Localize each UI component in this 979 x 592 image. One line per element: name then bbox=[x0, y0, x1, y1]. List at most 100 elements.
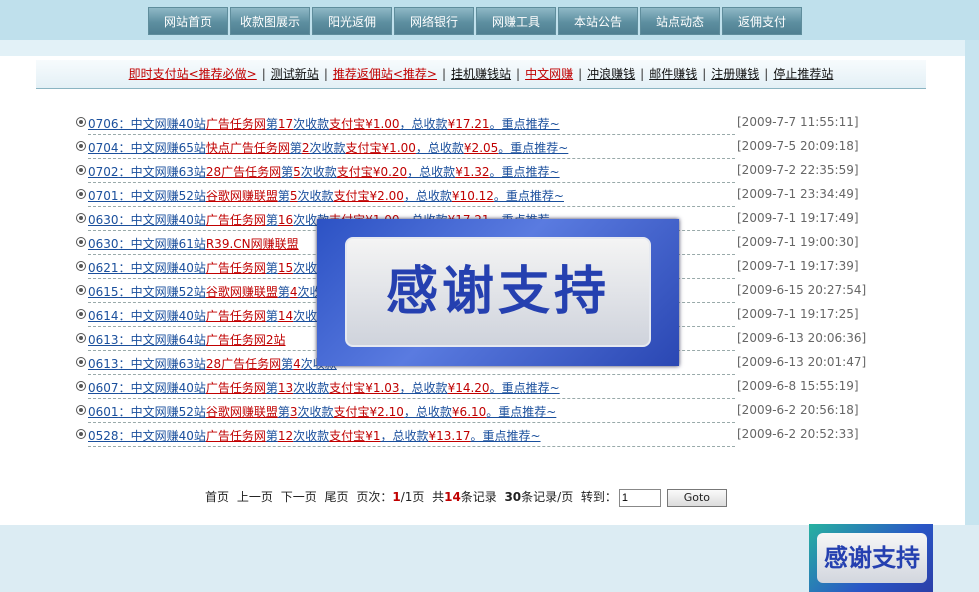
record-title-link[interactable]: 0701：中文网赚52站谷歌网赚联盟第5次收款支付宝¥2.00，总收款¥10.1… bbox=[88, 187, 735, 207]
label-times: 次收款 bbox=[297, 189, 334, 203]
bullet-icon bbox=[76, 189, 86, 199]
pay-brand: 支付宝 bbox=[333, 405, 370, 419]
list-item: 0607：中文网赚40站广告任务网第13次收款支付宝¥1.03，总收款¥14.2… bbox=[75, 378, 875, 402]
record-total: ¥6.10 bbox=[451, 405, 487, 419]
record-date: [2009-7-5 20:09:18] bbox=[737, 139, 859, 153]
subnav-separator: | bbox=[702, 67, 707, 81]
record-title-link[interactable]: 0706：中文网赚40站广告任务网第17次收款支付宝¥1.00，总收款¥17.2… bbox=[88, 115, 735, 135]
first-page-link[interactable]: 首页 bbox=[205, 490, 229, 504]
subnav-separator: | bbox=[640, 67, 645, 81]
nav-tab[interactable]: 网络银行 bbox=[394, 7, 474, 35]
record-network: 广告任务网 bbox=[205, 381, 266, 395]
pagination-bar: 首页 上一页 下一页 尾页 页次：1/1页 共14条记录 30条记录/页 转到：… bbox=[205, 486, 727, 508]
code-separator: ： bbox=[118, 237, 131, 251]
last-page-link[interactable]: 尾页 bbox=[325, 490, 349, 504]
thanks-floating-badge: 感谢支持 bbox=[809, 524, 933, 592]
nav-tab[interactable]: 收款图展示 bbox=[230, 7, 310, 35]
record-code: 0630 bbox=[88, 237, 119, 251]
subnav-link[interactable]: 邮件赚钱 bbox=[649, 67, 697, 81]
bullet-icon bbox=[76, 213, 86, 223]
record-date: [2009-6-2 20:52:33] bbox=[737, 427, 859, 441]
record-title-link[interactable]: 0607：中文网赚40站广告任务网第13次收款支付宝¥1.03，总收款¥14.2… bbox=[88, 379, 735, 399]
record-payment: ¥2.00 bbox=[369, 189, 404, 203]
record-count: 12 bbox=[277, 429, 294, 443]
main-nav: 网站首页 收款图展示 阳光返佣 网络银行 网赚工具 本站公告 站点动态 返佣支付 bbox=[148, 7, 804, 37]
label-times: 次收款 bbox=[293, 117, 330, 131]
record-payment: ¥2.10 bbox=[369, 405, 404, 419]
record-count: 14 bbox=[277, 309, 294, 323]
thanks-badge-label[interactable]: 感谢支持 bbox=[817, 533, 927, 583]
next-page-link[interactable]: 下一页 bbox=[281, 490, 317, 504]
pay-brand: 支付宝 bbox=[336, 165, 373, 179]
label-total: ，总收款 bbox=[399, 117, 448, 131]
pay-brand: 支付宝 bbox=[345, 141, 382, 155]
code-separator: ： bbox=[118, 405, 131, 419]
nav-tab[interactable]: 网站首页 bbox=[148, 7, 228, 35]
label-di: 第 bbox=[277, 405, 290, 419]
subnav-link[interactable]: 即时支付站<推荐必做> bbox=[129, 67, 257, 81]
subnav-link[interactable]: 测试新站 bbox=[271, 67, 319, 81]
record-code: 0706 bbox=[88, 117, 119, 131]
subnav-link[interactable]: 冲浪赚钱 bbox=[587, 67, 635, 81]
record-date: [2009-6-13 20:01:47] bbox=[737, 355, 867, 369]
prev-page-link[interactable]: 上一页 bbox=[237, 490, 273, 504]
bullet-icon bbox=[76, 117, 86, 127]
record-count: 17 bbox=[277, 117, 294, 131]
record-title-link[interactable]: 0704：中文网赚65站快点广告任务网第2次收款支付宝¥1.00，总收款¥2.0… bbox=[88, 139, 735, 159]
label-total: ，总收款 bbox=[403, 405, 452, 419]
label-suffix: 。重点推荐~ bbox=[493, 189, 564, 203]
pay-brand: 支付宝 bbox=[329, 381, 366, 395]
nav-tab[interactable]: 阳光返佣 bbox=[312, 7, 392, 35]
record-total: ¥1.32 bbox=[455, 165, 490, 179]
record-payment: ¥1.03 bbox=[365, 381, 400, 395]
subnav-link[interactable]: 注册赚钱 bbox=[711, 67, 759, 81]
subnav-separator: | bbox=[261, 67, 266, 81]
category-subnav: 即时支付站<推荐必做> | 测试新站 | 推荐返佣站<推荐> | 挂机赚钱站 | 中文网赚 | 冲浪… bbox=[36, 60, 926, 89]
record-payment: ¥0.20 bbox=[372, 165, 408, 179]
bullet-icon bbox=[76, 357, 86, 367]
code-separator: ： bbox=[118, 189, 131, 203]
pay-brand: 支付宝 bbox=[333, 189, 370, 203]
record-site: 中文网赚65站 bbox=[130, 141, 206, 155]
record-site: 中文网赚64站 bbox=[130, 333, 206, 347]
list-item: 0701：中文网赚52站谷歌网赚联盟第5次收款支付宝¥2.00，总收款¥10.1… bbox=[75, 186, 875, 210]
subnav-link[interactable]: 中文网赚 bbox=[525, 67, 573, 81]
record-title-link[interactable]: 0528：中文网赚40站广告任务网第12次收款支付宝¥1，总收款¥13.17。重… bbox=[88, 427, 735, 447]
record-network: 广告任务网 bbox=[205, 309, 266, 323]
label-suffix: 。重点推荐~ bbox=[470, 429, 541, 443]
nav-tab[interactable]: 站点动态 bbox=[640, 7, 720, 35]
total-count: 14 bbox=[444, 490, 461, 504]
record-total: ¥14.20 bbox=[447, 381, 490, 395]
record-network: 谷歌网赚联盟 bbox=[205, 189, 278, 203]
record-total: ¥2.05 bbox=[463, 141, 499, 155]
record-date: [2009-7-1 19:00:30] bbox=[737, 235, 859, 249]
record-network: 广告任务网 bbox=[205, 117, 266, 131]
record-network: 广告任务网2站 bbox=[205, 333, 286, 347]
pay-brand: 支付宝 bbox=[329, 429, 366, 443]
label-di: 第 bbox=[277, 285, 290, 299]
record-total: ¥17.21 bbox=[447, 117, 490, 131]
subnav-link[interactable]: 推荐返佣站<推荐> bbox=[333, 67, 437, 81]
goto-page-input[interactable] bbox=[618, 488, 661, 507]
nav-tab[interactable]: 本站公告 bbox=[558, 7, 638, 35]
record-site: 中文网赚40站 bbox=[130, 309, 206, 323]
record-count: 5 bbox=[293, 165, 301, 179]
goto-button[interactable]: Goto bbox=[666, 488, 727, 507]
record-payment: ¥1.00 bbox=[381, 141, 416, 155]
subnav-link[interactable]: 挂机赚钱站 bbox=[451, 67, 511, 81]
label-di: 第 bbox=[289, 141, 302, 155]
label-di: 第 bbox=[265, 213, 278, 227]
record-date: [2009-6-13 20:06:36] bbox=[737, 331, 867, 345]
record-title-link[interactable]: 0702：中文网赚63站28广告任务网第5次收款支付宝¥0.20，总收款¥1.3… bbox=[88, 163, 735, 183]
record-code: 0702 bbox=[88, 165, 119, 179]
record-code: 0614 bbox=[88, 309, 119, 323]
record-code: 0613 bbox=[88, 333, 119, 347]
record-title-link[interactable]: 0601：中文网赚52站谷歌网赚联盟第3次收款支付宝¥2.10，总收款¥6.10… bbox=[88, 403, 735, 423]
bullet-icon bbox=[76, 165, 86, 175]
nav-tab[interactable]: 返佣支付 bbox=[722, 7, 802, 35]
subnav-link[interactable]: 停止推荐站 bbox=[773, 67, 833, 81]
thanks-popup-label[interactable]: 感谢支持 bbox=[345, 237, 651, 347]
list-item: 0704：中文网赚65站快点广告任务网第2次收款支付宝¥1.00，总收款¥2.0… bbox=[75, 138, 875, 162]
nav-tab[interactable]: 网赚工具 bbox=[476, 7, 556, 35]
list-item: 0702：中文网赚63站28广告任务网第5次收款支付宝¥0.20，总收款¥1.3… bbox=[75, 162, 875, 186]
